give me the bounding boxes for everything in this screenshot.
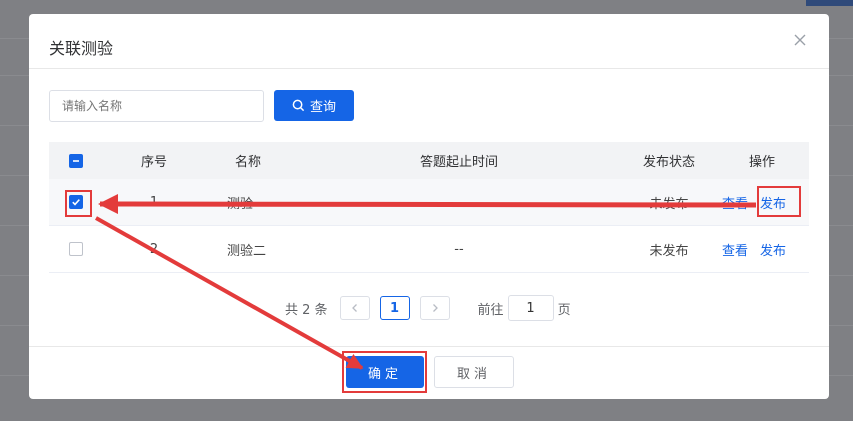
view-link[interactable]: 查看 xyxy=(722,193,748,212)
search-button-label: 查询 xyxy=(309,100,336,115)
publish-highlight xyxy=(757,186,801,217)
goto-page-input[interactable] xyxy=(507,295,554,321)
row-name: 测验二 xyxy=(227,243,267,259)
footer-divider xyxy=(29,346,829,347)
close-icon[interactable] xyxy=(793,33,807,47)
row-status: 未发布 xyxy=(649,196,689,212)
checkbox-highlight xyxy=(65,190,92,217)
row-checkbox[interactable] xyxy=(69,242,83,256)
row-time: -- xyxy=(454,241,464,257)
publish-link[interactable]: 发布 xyxy=(760,240,786,259)
row-seq: 1 xyxy=(149,194,159,210)
goto-prefix: 前往 xyxy=(477,302,504,318)
pagination: 共 2 条 1 前往 页 xyxy=(285,295,571,321)
cancel-button[interactable]: 取消 xyxy=(434,356,514,388)
header-name: 名称 xyxy=(235,155,262,170)
dialog-header: 关联测验 xyxy=(29,14,829,69)
row-seq: 2 xyxy=(149,241,159,257)
associate-quiz-dialog: 关联测验 查询 序号 名称 答题起止时间 发布状态 操作 xyxy=(29,14,829,399)
quiz-table: 序号 名称 答题起止时间 发布状态 操作 1 测验 未发布 查看 发布 2 测验… xyxy=(49,142,809,273)
row-name: 测验 xyxy=(227,196,254,212)
header-ops: 操作 xyxy=(748,155,775,170)
chevron-right-icon xyxy=(432,304,438,312)
view-link[interactable]: 查看 xyxy=(722,240,748,259)
page-number[interactable]: 1 xyxy=(379,296,410,320)
search-input[interactable] xyxy=(49,90,264,122)
search-button[interactable]: 查询 xyxy=(274,90,354,121)
next-page-button[interactable] xyxy=(419,296,450,320)
table-header: 序号 名称 答题起止时间 发布状态 操作 xyxy=(49,142,809,179)
chevron-left-icon xyxy=(351,304,357,312)
pagination-total: 共 2 条 xyxy=(285,302,328,318)
header-status: 发布状态 xyxy=(642,155,695,170)
goto-suffix: 页 xyxy=(557,302,571,318)
header-time: 答题起止时间 xyxy=(419,155,498,170)
table-row[interactable]: 1 测验 未发布 查看 发布 xyxy=(49,179,809,226)
search-icon xyxy=(292,99,305,112)
confirm-highlight xyxy=(342,351,427,393)
dialog-title: 关联测验 xyxy=(49,39,114,58)
header-seq: 序号 xyxy=(140,155,167,170)
select-all-checkbox[interactable] xyxy=(69,153,83,168)
row-time xyxy=(409,179,509,225)
background-button xyxy=(806,0,853,6)
table-row[interactable]: 2 测验二 -- 未发布 查看 发布 xyxy=(49,226,809,273)
prev-page-button[interactable] xyxy=(339,296,370,320)
row-status: 未发布 xyxy=(649,243,689,259)
